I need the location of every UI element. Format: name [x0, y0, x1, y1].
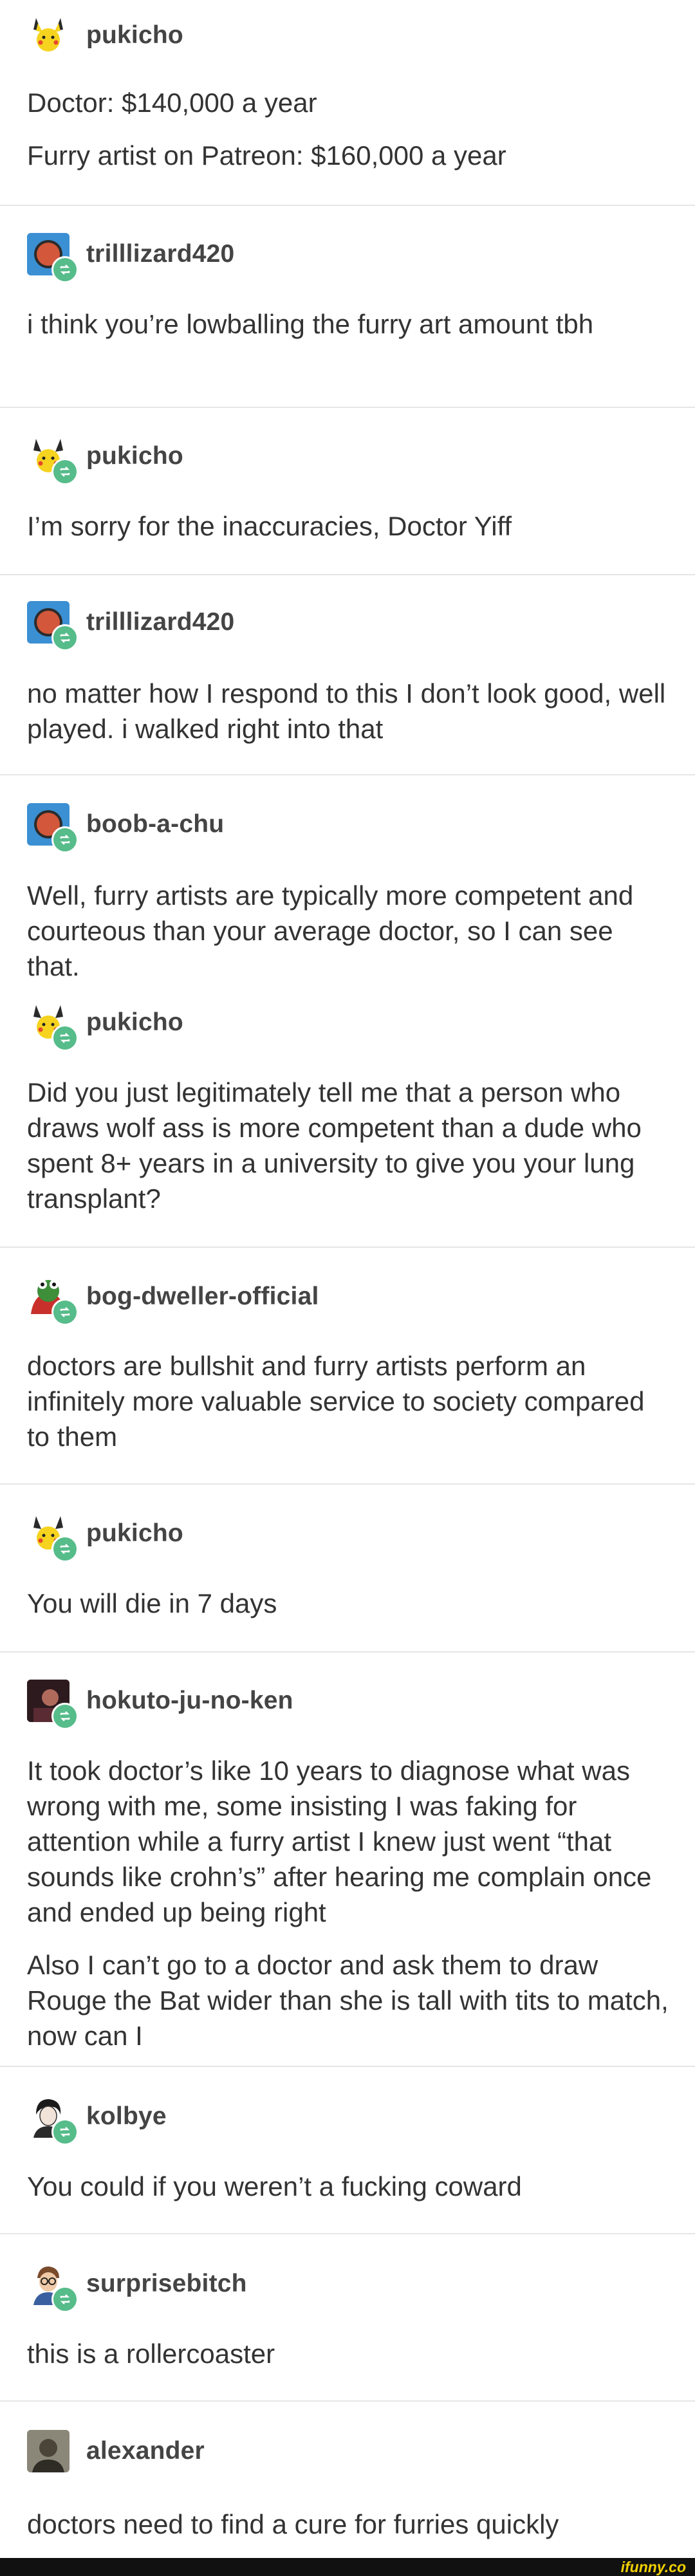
username[interactable]: surprisebitch: [86, 2270, 247, 2298]
post-body: You will die in 7 days: [27, 1586, 671, 1621]
divider: [0, 205, 695, 206]
post-text: doctors need to find a cure for furries …: [27, 2509, 559, 2539]
post-body: I’m sorry for the inaccuracies, Doctor Y…: [27, 508, 671, 544]
username[interactable]: bog-dweller-official: [86, 1283, 319, 1311]
reblog-icon: [51, 2118, 79, 2145]
post-text: i think you’re lowballing the furry art …: [27, 309, 594, 339]
post-body: i think you’re lowballing the furry art …: [27, 306, 671, 342]
avatar[interactable]: [27, 601, 79, 651]
reblog-icon: [51, 826, 79, 853]
reblog-icon: [51, 1299, 79, 1326]
post-header: boob-a-chu: [27, 803, 224, 853]
reblog-icon: [51, 256, 79, 283]
post-text: Furry artist on Patreon: $160,000 a year: [27, 140, 506, 171]
avatar[interactable]: [27, 2263, 79, 2313]
reblog-icon: [51, 1703, 79, 1730]
post-body: It took doctor’s like 10 years to diagno…: [27, 1753, 671, 2053]
post-header: pukicho: [27, 14, 183, 57]
post-text: You could if you weren’t a fucking cowar…: [27, 2171, 522, 2201]
avatar[interactable]: [27, 1001, 79, 1052]
post-header: hokuto-ju-no-ken: [27, 1680, 293, 1730]
post-header: trilllizard420: [27, 233, 234, 283]
post-text: this is a rollercoaster: [27, 2339, 275, 2369]
post-body: this is a rollercoaster: [27, 2336, 671, 2371]
photo-icon: [27, 2430, 70, 2472]
reblog-icon: [51, 624, 79, 651]
username[interactable]: pukicho: [86, 1008, 183, 1037]
post-body: doctors need to find a cure for furries …: [27, 2507, 671, 2542]
avatar[interactable]: [27, 435, 79, 485]
divider: [0, 1246, 695, 1248]
post-text: I’m sorry for the inaccuracies, Doctor Y…: [27, 511, 512, 541]
post-header: pukicho: [27, 1512, 183, 1562]
post-text: doctors are bullshit and furry artists p…: [27, 1351, 645, 1452]
post-text: Did you just legitimately tell me that a…: [27, 1077, 642, 1214]
post-body: Well, furry artists are typically more c…: [27, 878, 671, 984]
post-header: surprisebitch: [27, 2263, 247, 2313]
reblog-icon: [51, 1024, 79, 1052]
post-header: bog-dweller-official: [27, 1275, 319, 1326]
avatar[interactable]: [27, 2095, 79, 2145]
avatar[interactable]: [27, 1512, 79, 1562]
avatar[interactable]: [27, 1275, 79, 1326]
post-body: You could if you weren’t a fucking cowar…: [27, 2169, 671, 2204]
username[interactable]: pukicho: [86, 1519, 183, 1548]
username[interactable]: hokuto-ju-no-ken: [86, 1687, 293, 1715]
post-text: Also I can’t go to a doctor and ask them…: [27, 1950, 669, 2051]
avatar[interactable]: [27, 1680, 79, 1730]
post-header: trilllizard420: [27, 601, 234, 651]
post-text: It took doctor’s like 10 years to diagno…: [27, 1756, 652, 1927]
username[interactable]: pukicho: [86, 442, 183, 470]
post-body: doctors are bullshit and furry artists p…: [27, 1348, 671, 1454]
watermark: ifunny.co: [620, 2559, 686, 2575]
post-body: Did you just legitimately tell me that a…: [27, 1075, 671, 1216]
post-text: no matter how I respond to this I don’t …: [27, 678, 666, 744]
divider: [0, 774, 695, 775]
post-header: alexander: [27, 2430, 205, 2472]
divider: [0, 1651, 695, 1653]
post-body: Doctor: $140,000 a year Furry artist on …: [27, 85, 671, 173]
avatar[interactable]: [27, 233, 79, 283]
avatar[interactable]: [27, 803, 79, 853]
divider: [0, 407, 695, 408]
reblog-icon: [51, 458, 79, 485]
pikachu-icon: [33, 18, 63, 51]
divider: [0, 2400, 695, 2402]
username[interactable]: kolbye: [86, 2102, 167, 2131]
avatar[interactable]: [27, 14, 70, 57]
divider: [0, 2066, 695, 2067]
post-header: pukicho: [27, 435, 183, 485]
divider: [0, 574, 695, 575]
post-body: no matter how I respond to this I don’t …: [27, 676, 671, 746]
divider: [0, 1483, 695, 1485]
post-text: Well, furry artists are typically more c…: [27, 880, 634, 981]
username[interactable]: boob-a-chu: [86, 810, 224, 839]
post-text: You will die in 7 days: [27, 1588, 277, 1618]
reblog-icon: [51, 2286, 79, 2313]
avatar[interactable]: [27, 2430, 70, 2472]
post-header: pukicho: [27, 1001, 183, 1052]
reblog-icon: [51, 1535, 79, 1562]
username[interactable]: trilllizard420: [86, 240, 234, 268]
username[interactable]: pukicho: [86, 21, 183, 50]
username[interactable]: trilllizard420: [86, 608, 234, 636]
post-text: Doctor: $140,000 a year: [27, 88, 317, 118]
post-header: kolbye: [27, 2095, 167, 2145]
footer-bar: ifunny.co: [0, 2558, 695, 2576]
divider: [0, 2233, 695, 2234]
username[interactable]: alexander: [86, 2437, 205, 2465]
